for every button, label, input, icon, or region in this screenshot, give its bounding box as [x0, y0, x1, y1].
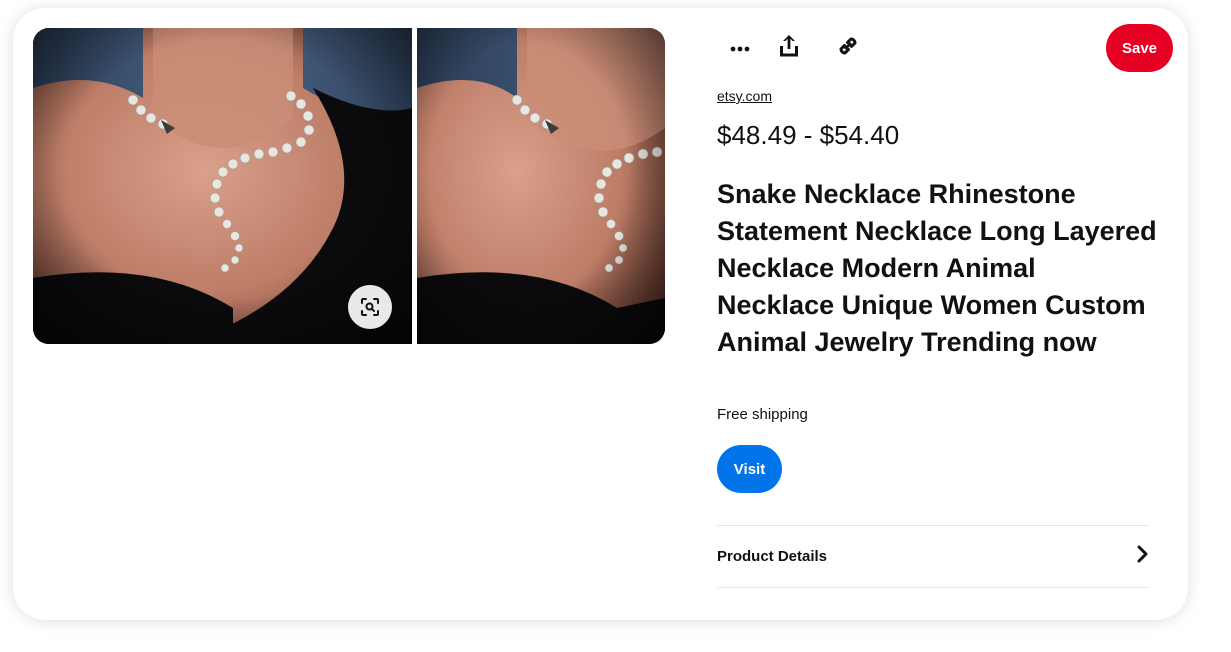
chevron-right-icon [1135, 545, 1149, 568]
product-details-row[interactable]: Product Details [717, 526, 1149, 587]
more-options-button[interactable] [720, 28, 760, 68]
product-price: $48.49 - $54.40 [717, 120, 900, 150]
share-upload-icon [779, 34, 799, 62]
copy-link-button[interactable] [828, 28, 868, 68]
product-details-label: Product Details [717, 548, 828, 565]
product-image-gallery[interactable] [33, 28, 665, 344]
product-image-secondary[interactable] [417, 28, 665, 344]
visit-button[interactable]: Visit [717, 445, 782, 493]
share-button[interactable] [769, 28, 809, 68]
link-icon [835, 33, 861, 64]
product-image-main[interactable] [33, 28, 412, 344]
visual-search-button[interactable] [348, 285, 392, 329]
visual-search-icon [360, 297, 380, 317]
pin-card: Save etsy.com $48.49 - $54.40 Snake Neck… [13, 8, 1188, 620]
divider [717, 587, 1149, 588]
source-domain-link[interactable]: etsy.com [717, 88, 772, 104]
shipping-info: Free shipping [717, 406, 808, 423]
save-button[interactable]: Save [1106, 24, 1173, 72]
more-horizontal-icon [730, 39, 750, 57]
product-title: Snake Necklace Rhinestone Statement Neck… [717, 179, 1157, 357]
